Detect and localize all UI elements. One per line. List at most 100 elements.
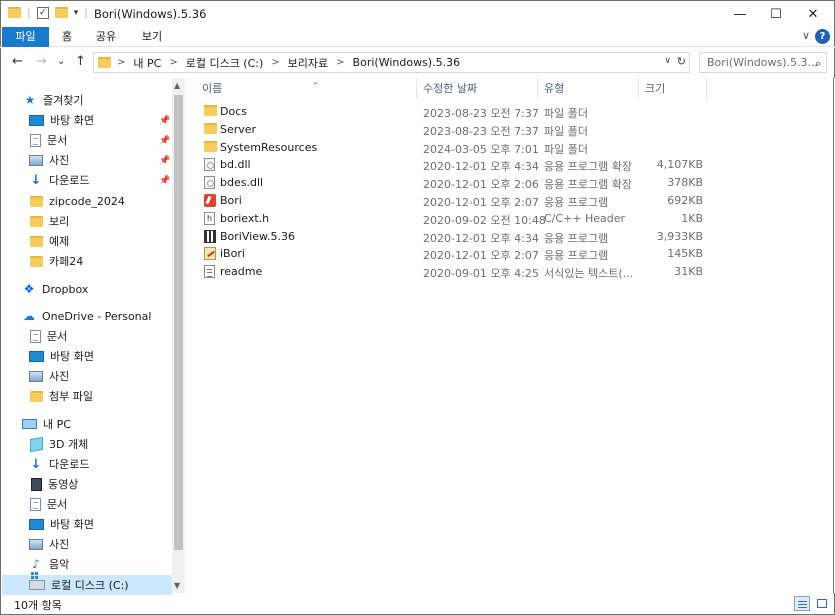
expand-ribbon-icon[interactable]: ∨ <box>802 29 810 42</box>
navigation-pane: ★ 즐겨찾기 바탕 화면 📌 문서 📌 사진 📌 ↓ 다운로드 📌 zipcod… <box>0 78 185 595</box>
column-header-name[interactable]: 이름 ^ <box>196 78 417 99</box>
recent-locations-button[interactable]: ⌄ <box>57 56 65 67</box>
breadcrumb-separator[interactable]: > <box>336 57 344 68</box>
file-type: 응용 프로그램 <box>544 249 609 263</box>
breadcrumb-separator[interactable]: > <box>169 57 177 68</box>
sidebar-item-desktop[interactable]: 바탕 화면 <box>29 110 94 130</box>
address-bar[interactable]: > 내 PC > 로컬 디스크 (C:) > 보리자료 > Bori(Windo… <box>93 52 690 73</box>
ibori-app-icon <box>204 247 216 261</box>
scroll-down-arrow-icon[interactable]: ▼ <box>174 581 180 590</box>
forward-button[interactable]: → <box>36 54 47 69</box>
sidebar-item-music[interactable]: ♪ 음악 <box>29 554 69 574</box>
sidebar-item-pc-desktop[interactable]: 바탕 화면 <box>29 514 94 534</box>
file-row[interactable]: Server 2023-08-23 오전 7:37 파일 폴더 <box>202 121 712 139</box>
address-dropdown-icon[interactable]: ∨ <box>664 56 671 66</box>
sidebar-item-onedrive-attachments[interactable]: 첨부 파일 <box>30 386 93 406</box>
scroll-up-arrow-icon[interactable]: ▲ <box>174 81 180 90</box>
document-icon <box>30 133 41 147</box>
sidebar-item-pc-pictures[interactable]: 사진 <box>29 534 69 554</box>
file-row[interactable]: h boriext.h 2020-09-02 오전 10:48 C/C++ Heade… <box>202 210 712 228</box>
breadcrumb-separator[interactable]: > <box>117 57 125 68</box>
new-folder-icon[interactable] <box>54 7 68 18</box>
folder-icon <box>30 390 43 402</box>
breadcrumb-separator[interactable]: > <box>271 57 279 68</box>
file-row[interactable]: bdes.dll 2020-12-01 오후 2:06 응용 프로그램 확장 378K… <box>202 174 712 192</box>
file-name: readme <box>220 265 263 279</box>
file-size: 145KB <box>667 247 703 261</box>
folder-icon <box>30 195 43 207</box>
file-row[interactable]: BoriView.5.36 2020-12-01 오후 4:34 응용 프로그램 3,… <box>202 228 712 246</box>
sidebar-item-local-disk[interactable]: 로컬 디스크 (C:) <box>2 575 172 595</box>
sidebar-item-onedrive-pictures[interactable]: 사진 <box>29 366 69 386</box>
dll-icon <box>204 158 215 172</box>
breadcrumb-bori-data[interactable]: 보리자료 <box>288 55 328 71</box>
window-title: Bori(Windows).5.36 <box>94 7 207 21</box>
download-icon: ↓ <box>30 456 42 472</box>
file-date: 2020-09-01 오후 4:25 <box>423 267 539 281</box>
file-type: 응용 프로그램 <box>544 196 609 209</box>
properties-icon[interactable]: ✓ <box>36 6 49 19</box>
sidebar-onedrive[interactable]: ☁ OneDrive - Personal <box>22 306 151 326</box>
sidebar-item-examples[interactable]: 예제 <box>30 231 69 251</box>
details-view-button[interactable] <box>794 596 810 611</box>
pin-icon[interactable]: 📌 <box>159 136 170 146</box>
refresh-icon[interactable]: ↻ <box>677 55 686 68</box>
sidebar-this-pc[interactable]: 내 PC <box>22 414 71 434</box>
file-list: 이름 ^ 수정한 날짜 유형 크기 Docs 2023-08-23 오전 7:37… <box>185 78 834 593</box>
pin-icon[interactable]: 📌 <box>159 176 170 186</box>
file-row[interactable]: Docs 2023-08-23 오전 7:37 파일 폴더 <box>202 103 712 121</box>
sidebar-item-onedrive-desktop[interactable]: 바탕 화면 <box>29 346 94 366</box>
sidebar-item-pictures[interactable]: 사진 <box>29 150 69 170</box>
sidebar-item-label: 사진 <box>49 538 70 551</box>
file-type: C/C++ Header <box>544 211 626 225</box>
video-icon <box>31 477 42 491</box>
sidebar-item-label: 다운로드 <box>49 458 90 471</box>
file-name: Docs <box>220 105 247 118</box>
tab-file[interactable]: 파일 <box>2 27 49 47</box>
sidebar-item-zipcode[interactable]: zipcode_2024 <box>30 191 125 211</box>
pin-icon[interactable]: 📌 <box>159 116 170 126</box>
customize-toolbar-icon[interactable]: ▾ <box>74 8 79 18</box>
pin-icon[interactable]: 📌 <box>159 156 170 166</box>
breadcrumb-local-disk[interactable]: 로컬 디스크 (C:) <box>186 55 264 71</box>
file-row[interactable]: readme 2020-09-01 오후 4:25 서식있는 텍스트(... 31KB <box>202 263 712 281</box>
tab-view[interactable]: 보기 <box>139 27 165 47</box>
tab-home[interactable]: 홈 <box>57 27 77 47</box>
sidebar-dropbox[interactable]: ❖ Dropbox <box>22 279 89 299</box>
sidebar-item-label: 문서 <box>47 134 68 147</box>
sidebar-item-documents[interactable]: 문서 <box>30 130 67 150</box>
search-icon[interactable]: ⌕ <box>815 54 821 73</box>
help-icon[interactable]: ? <box>815 29 830 44</box>
sidebar-item-3d-objects[interactable]: 3D 개체 <box>30 434 88 454</box>
sidebar-item-bori[interactable]: 보리 <box>30 211 69 231</box>
scrollbar-thumb[interactable] <box>174 95 183 550</box>
sidebar-item-pc-documents[interactable]: 문서 <box>30 494 67 514</box>
column-header-type[interactable]: 유형 <box>538 78 639 99</box>
up-button[interactable]: ↑ <box>75 54 86 69</box>
file-row[interactable]: bd.dll 2020-12-01 오후 4:34 응용 프로그램 확장 4,107K… <box>202 156 712 174</box>
column-header-size[interactable]: 크기 <box>639 78 707 99</box>
file-row[interactable]: SystemResources 2024-03-05 오후 7:01 파일 폴더 <box>202 139 712 157</box>
file-type: 응용 프로그램 확장 <box>544 160 632 174</box>
sidebar-item-pc-downloads[interactable]: ↓ 다운로드 <box>29 454 90 474</box>
sidebar-item-cafe24[interactable]: 카페24 <box>30 251 83 271</box>
back-button[interactable]: ← <box>12 54 23 69</box>
sidebar-quick-access[interactable]: ★ 즐겨찾기 <box>23 90 84 110</box>
quick-access-toolbar: | ✓ ▾ | <box>8 6 88 19</box>
breadcrumb-this-pc[interactable]: 내 PC <box>133 55 161 71</box>
column-header-date[interactable]: 수정한 날짜 <box>417 78 538 99</box>
sidebar-scrollbar[interactable]: ▲ ▼ <box>172 78 185 593</box>
dropbox-icon: ❖ <box>23 282 35 296</box>
sidebar-item-downloads[interactable]: ↓ 다운로드 <box>29 170 90 190</box>
bori-app-icon <box>204 194 216 207</box>
ribbon-tabs: 파일 홈 공유 보기 ∨ ? <box>0 27 835 47</box>
tab-share[interactable]: 공유 <box>93 27 119 47</box>
close-button[interactable]: ✕ <box>790 1 835 28</box>
breadcrumb-current-folder[interactable]: Bori(Windows).5.36 <box>353 56 461 69</box>
search-box[interactable]: Bori(Windows).5.3... ⌕ <box>699 52 827 73</box>
sidebar-item-videos[interactable]: 동영상 <box>31 474 78 494</box>
sidebar-item-onedrive-documents[interactable]: 문서 <box>30 326 67 346</box>
file-row[interactable]: iBori 2020-12-01 오후 2:07 응용 프로그램 145KB <box>202 245 712 263</box>
large-icons-view-button[interactable] <box>814 596 830 611</box>
file-row[interactable]: Bori 2020-12-01 오후 2:07 응용 프로그램 692KB <box>202 192 712 210</box>
